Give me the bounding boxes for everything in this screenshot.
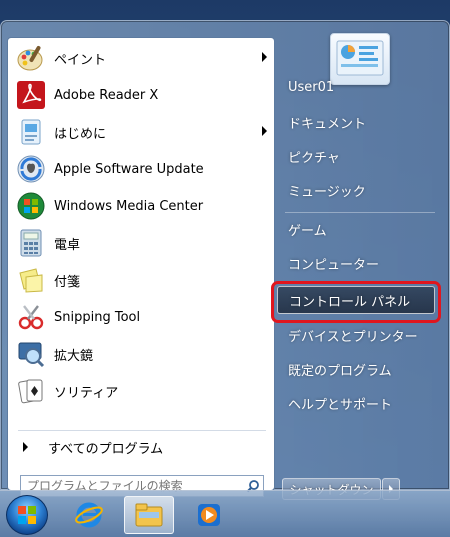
program-item-solitaire[interactable]: ソリティア <box>11 373 273 409</box>
right-item-label: ミュージック <box>288 184 366 200</box>
right-item-computer[interactable]: コンピューター <box>277 248 437 278</box>
right-item-help-support[interactable]: ヘルプとサポート <box>277 388 437 418</box>
file-explorer-icon[interactable] <box>124 496 174 534</box>
media-player-icon[interactable] <box>184 496 234 534</box>
program-label: はじめに <box>54 126 107 142</box>
right-item-label: ゲーム <box>288 223 327 239</box>
sticky-notes-icon <box>14 263 48 297</box>
start-menu: ペイント Adobe Reader X はじめに Apple Software … <box>0 20 450 500</box>
right-item-label: 既定のプログラム <box>288 363 392 379</box>
program-label: Adobe Reader X <box>54 87 159 103</box>
program-label: Apple Software Update <box>54 161 204 177</box>
right-item-label: ヘルプとサポート <box>288 397 393 413</box>
expand-arrow-icon <box>23 442 28 452</box>
right-item-games[interactable]: ゲーム <box>277 214 437 244</box>
solitaire-icon <box>14 374 48 408</box>
program-item-adobe-reader[interactable]: Adobe Reader X <box>11 77 273 113</box>
program-label: ソリティア <box>54 385 119 401</box>
program-label: 拡大鏡 <box>54 348 94 364</box>
program-item-magnifier[interactable]: 拡大鏡 <box>11 336 273 372</box>
program-item-getting-started[interactable]: はじめに <box>11 114 273 150</box>
program-item-calculator[interactable]: 電卓 <box>11 225 273 261</box>
windows-start-orb[interactable] <box>6 495 48 535</box>
snipping-tool-icon <box>14 300 48 334</box>
windows-logo-icon <box>18 506 36 524</box>
right-item-music[interactable]: ミュージック <box>277 175 437 205</box>
program-item-snipping-tool[interactable]: Snipping Tool <box>11 299 273 335</box>
right-item-label: デバイスとプリンター <box>288 329 418 345</box>
internet-explorer-icon[interactable] <box>64 496 114 534</box>
right-item-user-folder[interactable]: User01 <box>277 72 437 102</box>
magnifier-icon <box>14 337 48 371</box>
all-programs-label: すべてのプログラム <box>48 441 164 457</box>
highlight-frame <box>271 281 441 323</box>
calculator-icon <box>14 226 48 260</box>
program-label: Snipping Tool <box>54 309 141 325</box>
all-programs-button[interactable]: すべてのプログラム <box>11 434 273 460</box>
right-item-label: ドキュメント <box>288 116 367 132</box>
program-label: 付箋 <box>54 274 81 290</box>
program-label: 電卓 <box>54 237 81 253</box>
paint-icon <box>14 41 48 75</box>
divider <box>18 430 266 431</box>
divider <box>285 212 435 213</box>
apple-update-icon <box>14 152 48 186</box>
program-label: ペイント <box>54 52 107 68</box>
taskbar <box>0 490 450 537</box>
right-item-label: User01 <box>288 79 335 95</box>
programs-pane: ペイント Adobe Reader X はじめに Apple Software … <box>7 37 275 497</box>
submenu-arrow-icon[interactable] <box>262 126 267 136</box>
right-item-label: コンピューター <box>288 257 380 273</box>
media-center-icon <box>14 189 48 223</box>
right-item-label: ピクチャ <box>288 150 340 166</box>
right-item-default-programs[interactable]: 既定のプログラム <box>277 354 437 384</box>
program-item-apple-software-update[interactable]: Apple Software Update <box>11 151 273 187</box>
right-item-pictures[interactable]: ピクチャ <box>277 141 437 171</box>
right-item-documents[interactable]: ドキュメント <box>277 107 437 137</box>
program-item-sticky-notes[interactable]: 付箋 <box>11 262 273 298</box>
program-item-paint[interactable]: ペイント <box>11 40 273 76</box>
program-label: Windows Media Center <box>54 198 204 214</box>
submenu-arrow-icon[interactable] <box>262 52 267 62</box>
program-item-windows-media-center[interactable]: Windows Media Center <box>11 188 273 224</box>
right-item-devices-printers[interactable]: デバイスとプリンター <box>277 320 437 350</box>
adobe-reader-icon <box>14 78 48 112</box>
getting-started-icon <box>14 115 48 149</box>
